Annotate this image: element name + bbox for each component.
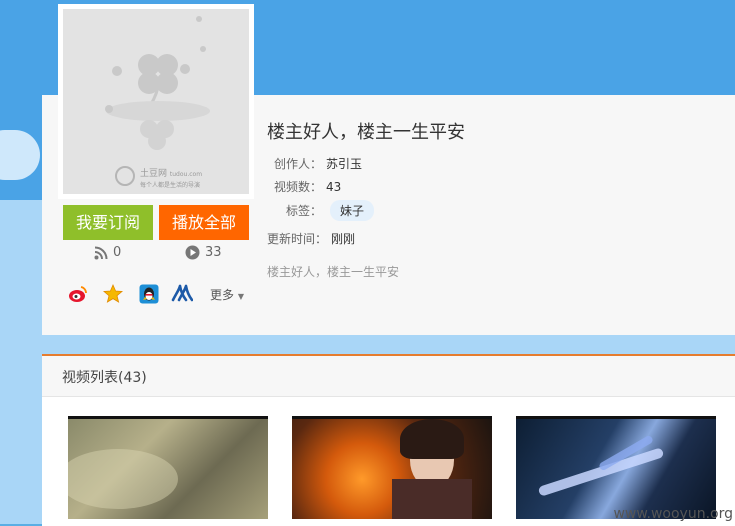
rss-count: 0 [113, 245, 122, 260]
video-count-label: 视频数： [273, 180, 322, 194]
tudou-placeholder-icon [105, 16, 210, 186]
tag-row: 标签： 妹子 [262, 200, 375, 221]
rss-icon [94, 246, 108, 259]
updated-row: 更新时间： 刚刚 [267, 230, 355, 247]
cover-slogan: 每个人都是生活的导演 [140, 182, 201, 189]
tag-label: 标签： [285, 204, 322, 218]
more-label: 更多 [210, 288, 235, 302]
more-share-button[interactable]: 更多 ▼ [210, 286, 244, 303]
watermark-text: www.wooyun.org [613, 506, 733, 522]
video-count-value: 43 [326, 179, 342, 194]
creator-row: 创作人： 苏引玉 [262, 155, 362, 172]
video-thumbnail[interactable] [516, 416, 716, 519]
updated-label: 更新时间： [267, 232, 328, 246]
qq-penguin-icon[interactable] [139, 284, 159, 304]
playlist-cover[interactable]: 土豆网 tudou.com 每个人都是生活的导演 [58, 4, 254, 199]
renren-icon[interactable] [171, 284, 193, 304]
playlist-title: 楼主好人，楼主一生平安 [267, 122, 465, 143]
video-thumbnail[interactable] [292, 416, 492, 519]
video-count-row: 视频数： 43 [262, 178, 341, 195]
qzone-star-icon[interactable] [103, 284, 123, 304]
rss-subscriber-count: 0 [94, 245, 121, 260]
weibo-icon[interactable] [68, 284, 88, 304]
video-list-title: 视频列表(43) [62, 370, 147, 386]
playlist-description: 楼主好人，楼主一生平安 [267, 265, 400, 279]
play-count-stat: 33 [185, 245, 222, 260]
cover-brand-domain: tudou.com [169, 171, 203, 178]
cover-brand: 土豆网 [140, 169, 168, 179]
play-all-button[interactable]: 播放全部 [159, 205, 249, 240]
subscribe-button[interactable]: 我要订阅 [63, 205, 153, 240]
video-thumbnail[interactable] [68, 416, 268, 519]
cover-placeholder-image: 土豆网 tudou.com 每个人都是生活的导演 [63, 9, 249, 194]
creator-label: 创作人： [273, 157, 322, 171]
creator-link[interactable]: 苏引玉 [326, 155, 362, 172]
play-circle-icon [185, 245, 200, 260]
chevron-down-icon: ▼ [237, 292, 244, 301]
updated-value: 刚刚 [331, 232, 356, 246]
tag-badge[interactable]: 妹子 [330, 200, 375, 221]
play-count: 33 [205, 245, 222, 260]
